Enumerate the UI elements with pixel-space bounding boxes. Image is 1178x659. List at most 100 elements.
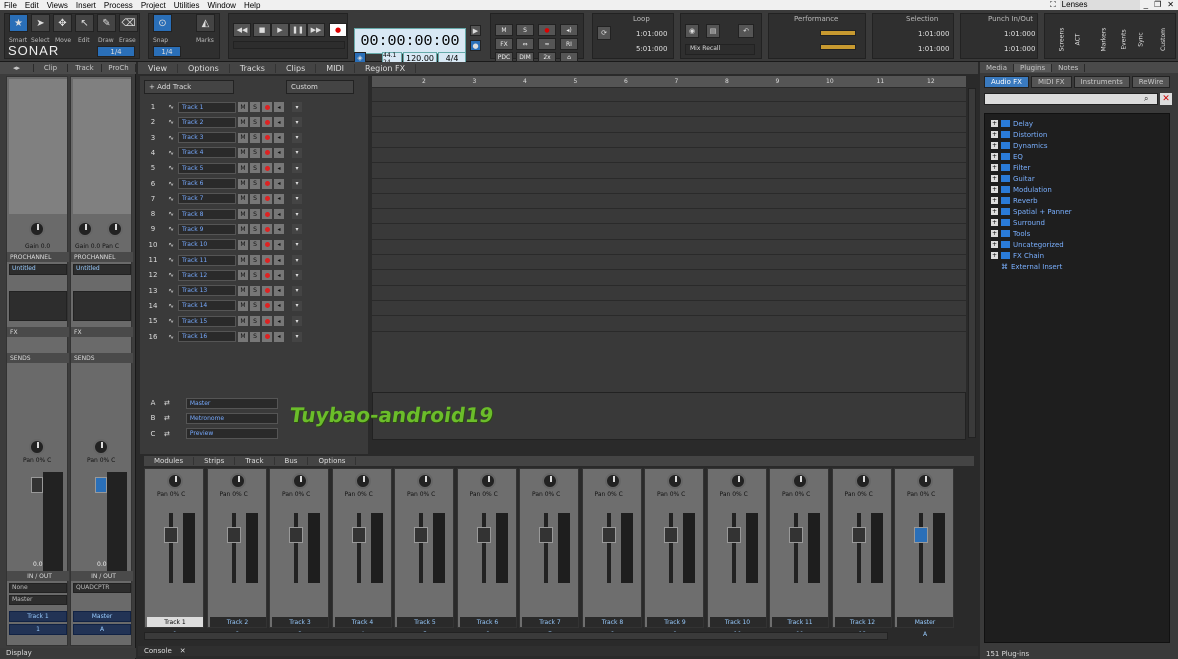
track-name[interactable]: Track 9 [178,223,236,235]
track-name[interactable]: Track 6 [178,178,236,189]
inspector-menu-icon[interactable]: ◂▸ [0,64,34,72]
tab-audio-fx[interactable]: Audio FX [984,76,1029,88]
strip-name[interactable]: Track 2 [209,617,266,627]
prochannel-preset[interactable]: Untitled [9,264,67,275]
expand-icon[interactable]: + [991,120,998,127]
plugin-category[interactable]: + Delay [991,118,1033,129]
tab-instruments[interactable]: Instruments [1073,76,1130,88]
track-preset-select[interactable]: Custom [286,80,354,94]
input-echo-button[interactable]: ◂ [274,163,284,174]
plugin-category[interactable]: + Tools [991,228,1030,239]
expand-icon[interactable]: + [991,252,998,259]
track-row[interactable]: 4 ∿ Track 4 M S ◂ ▾ [142,146,356,160]
clip-lane[interactable] [372,287,966,301]
input-select[interactable]: None [9,583,67,593]
clip-lane[interactable] [372,134,966,148]
bus-row[interactable]: C ⇄ Preview [142,427,368,441]
plugin-category[interactable]: + Spatial + Panner [991,206,1072,217]
strip-name[interactable]: Track 11 [772,617,828,627]
track-name[interactable]: Track 3 [178,132,236,144]
record-arm-button[interactable] [262,132,272,143]
menu-file[interactable]: File [0,1,21,10]
menu-clips[interactable]: Clips [276,63,317,73]
transport-dot-icon[interactable]: ● [470,40,481,51]
stop-button[interactable]: ■ [253,23,271,37]
input-echo-button[interactable]: ◂ [274,193,284,204]
strip-name[interactable]: Master [897,617,953,627]
dim-button[interactable]: DIM [516,52,534,62]
custom-label[interactable]: Custom [1160,28,1167,51]
track-menu-button[interactable]: ▾ [292,117,302,128]
menu-help[interactable]: Help [240,1,264,10]
mute-button[interactable]: M [238,224,248,235]
solo-button[interactable]: S [250,300,260,311]
pan-knob-top[interactable] [107,221,123,237]
pan-knob[interactable] [292,473,308,489]
minimize-icon[interactable]: _ [1142,0,1150,10]
tab-media[interactable]: Media [980,63,1015,72]
track-row[interactable]: 2 ∿ Track 2 M S ◂ ▾ [142,115,356,129]
record-arm-icon[interactable]: ● [538,24,556,36]
expand-icon[interactable]: + [991,164,998,171]
time-display[interactable]: 00:00:00:00 [354,28,466,54]
document-icon[interactable]: ▤ [706,24,720,38]
solo-button[interactable]: S [250,255,260,265]
input-echo-button[interactable]: ◂ [274,147,284,158]
solo-button[interactable]: S [250,132,260,143]
expand-icon[interactable]: + [991,153,998,160]
solo-button[interactable]: S [250,285,260,296]
markers-label[interactable]: Markers [1100,28,1107,52]
output-select[interactable]: Master [9,595,67,605]
tab-track[interactable]: Track [68,64,102,72]
volume-fader[interactable] [95,477,107,493]
track-name[interactable]: Track 10 [178,239,236,251]
solo-button[interactable]: S [250,163,260,174]
strip-name[interactable]: Track 8 [584,617,641,627]
pan-knob[interactable] [29,439,45,455]
track-menu-button[interactable]: ▾ [292,163,302,174]
strip-name[interactable]: Track 7 [522,617,578,627]
edit-tool[interactable]: ↖ [75,14,94,32]
input-echo-button[interactable]: ◂ [274,178,284,189]
loop-start[interactable]: 1:01:000 [636,30,667,38]
plugin-category[interactable]: ⌘ External Insert [991,261,1062,272]
close-icon[interactable]: ✕ [1165,0,1176,10]
snap-button[interactable]: ⊙ [153,14,172,32]
mute-button[interactable]: M [238,209,248,220]
strip-name[interactable]: Master [73,611,131,622]
track-row[interactable]: 1 ∿ Track 1 M S ◂ ▾ [142,100,356,114]
input-echo-button[interactable]: ◂ [274,117,284,128]
automation-icon[interactable]: ≈ [538,38,556,50]
track-menu-button[interactable]: ▾ [292,132,302,143]
pan-knob[interactable] [792,473,808,489]
track-menu-button[interactable]: ▾ [292,331,302,342]
track-menu-button[interactable]: ▾ [292,224,302,235]
menu-insert[interactable]: Insert [72,1,100,10]
record-arm-button[interactable] [262,316,272,327]
clip-lane[interactable] [372,180,966,194]
input-echo-button[interactable]: ◂ [274,239,284,250]
record-arm-button[interactable] [262,209,272,220]
solo-button[interactable]: S [250,147,260,158]
volume-fader[interactable] [476,527,491,543]
strip-name[interactable]: Track 9 [647,617,703,627]
track-name[interactable]: Track 15 [178,315,236,327]
track-row[interactable]: 7 ∿ Track 7 M S ◂ ▾ [142,192,356,206]
position-slider[interactable] [233,41,345,49]
snap-value[interactable]: 1/4 [153,46,181,57]
level-icon[interactable]: ◂) [560,24,578,36]
plugin-category[interactable]: + Surround [991,217,1045,228]
transport-arrow-icon[interactable]: ▶ [470,25,481,36]
input-echo-button[interactable]: ◂ [274,331,284,342]
input-echo-button[interactable]: ◂ [274,316,284,327]
selection-start[interactable]: 1:01:000 [918,30,949,38]
pan-knob[interactable] [479,473,496,489]
track-name[interactable]: Track 12 [178,269,236,281]
gain-knob[interactable] [77,221,93,237]
strip-name[interactable]: Track 6 [459,617,516,627]
track-menu-button[interactable]: ▾ [292,193,302,204]
track-name[interactable]: Track 16 [178,331,236,342]
pan-knob[interactable] [604,473,621,489]
track-menu-button[interactable]: ▾ [292,209,302,220]
mute-button[interactable]: M [238,102,248,112]
